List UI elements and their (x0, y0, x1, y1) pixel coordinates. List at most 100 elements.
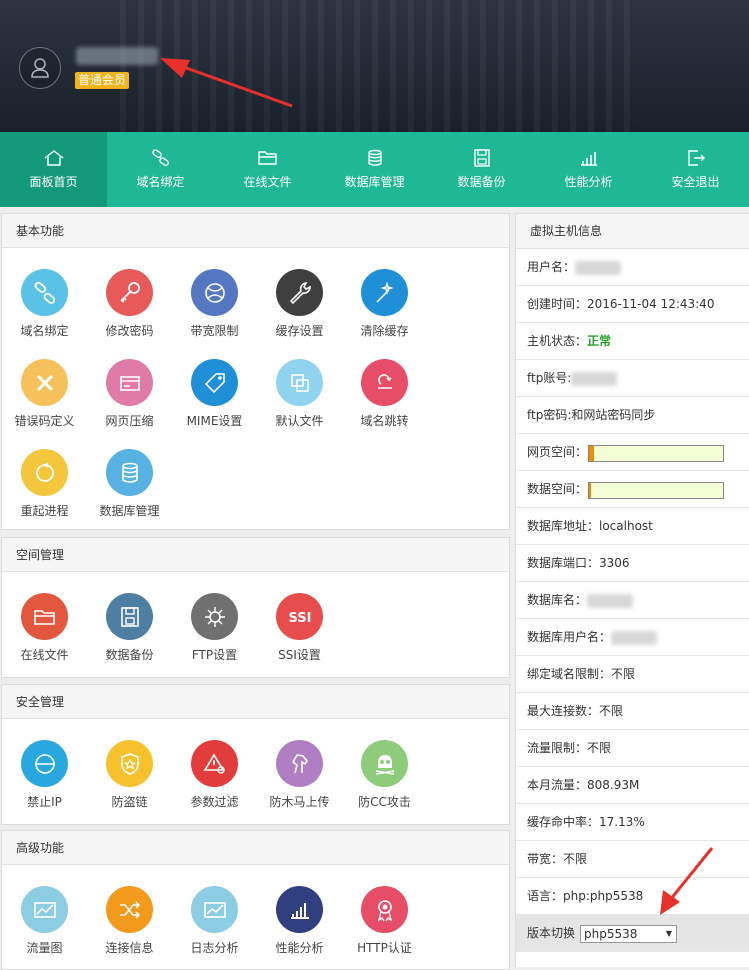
tile-connection-info[interactable]: 连接信息 (87, 886, 172, 956)
version-select[interactable]: php5538 ▼ (580, 925, 677, 943)
horse-icon (291, 753, 308, 773)
save-icon (473, 149, 490, 167)
row-db-address: 数据库地址：localhost (516, 508, 749, 545)
tile-anti-trojan[interactable]: 防木马上传 (257, 740, 342, 810)
ssi-icon: SSI (288, 611, 311, 626)
database-icon (367, 149, 382, 166)
tile-anti-leech[interactable]: 防盗链 (87, 740, 172, 810)
tile-domain-redirect[interactable]: 域名跳转 (342, 359, 427, 429)
home-icon (44, 150, 63, 166)
row-web-space: 网页空间： (516, 434, 749, 471)
tile-param-filter[interactable]: 参数过滤 (172, 740, 257, 810)
folder-icon (257, 151, 277, 165)
nav-label: 数据库管理 (344, 175, 405, 189)
nav-label: 数据备份 (457, 175, 506, 189)
redacted-value (575, 260, 622, 275)
tile-ssi-settings[interactable]: SSI SSI设置 (257, 593, 342, 663)
nav-item-online-files[interactable]: 在线文件 (214, 132, 321, 207)
section-title: 高级功能 (2, 831, 509, 865)
tile-default-files[interactable]: 默认文件 (257, 359, 342, 429)
nav-label: 性能分析 (564, 175, 613, 189)
ribbon-icon (377, 899, 392, 922)
tile-http-auth[interactable]: HTTP认证 (342, 886, 427, 956)
ftp-icon (204, 606, 225, 627)
section-title: 基本功能 (2, 214, 509, 248)
tile-bandwidth-limit[interactable]: 带宽限制 (172, 269, 257, 339)
status-badge: 正常 (587, 334, 612, 348)
traffic-chart-icon (33, 901, 56, 918)
redirect-icon (377, 373, 392, 389)
tile-domain-binding[interactable]: 域名绑定 (2, 269, 87, 339)
web-space-bar (588, 445, 724, 462)
restart-icon (35, 461, 54, 482)
tile-online-files[interactable]: 在线文件 (2, 593, 87, 663)
username-redacted (76, 47, 158, 65)
avatar[interactable] (19, 47, 61, 89)
x-mark-icon (36, 374, 53, 391)
redacted-value (571, 371, 618, 386)
warning-filter-icon (203, 752, 225, 774)
svg-text:SSI: SSI (288, 611, 311, 626)
copy-icon (290, 373, 309, 392)
tile-cache-settings[interactable]: 缓存设置 (257, 269, 342, 339)
link-icon (151, 149, 169, 167)
card-icon (119, 375, 140, 391)
db-space-fill (589, 483, 591, 498)
magic-wand-icon (375, 280, 394, 303)
logout-icon (687, 150, 705, 166)
tile-gzip[interactable]: 网页压缩 (87, 359, 172, 429)
tile-block-ip[interactable]: 禁止IP (2, 740, 87, 810)
nav-label: 安全退出 (671, 175, 720, 189)
shuffle-icon (119, 900, 140, 919)
database-icon (121, 462, 138, 483)
row-ftp-account: ftp账号: (516, 360, 749, 397)
tile-traffic-chart[interactable]: 流量图 (2, 886, 87, 956)
tile-error-codes[interactable]: 错误码定义 (2, 359, 87, 429)
section-space-management: 空间管理 在线文件 数据备份 FTP设置 SSI SSI设置 (1, 537, 510, 678)
tile-database-management[interactable]: 数据库管理 (87, 449, 172, 519)
link-icon (34, 281, 55, 304)
section-advanced-functions: 高级功能 流量图 连接信息 日志分析 性能分析 HTTP认证 (1, 830, 510, 970)
tile-mime-settings[interactable]: MIME设置 (172, 359, 257, 429)
tag-icon (204, 372, 225, 393)
row-traffic-limit: 流量限制：不限 (516, 730, 749, 767)
section-title: 空间管理 (2, 538, 509, 572)
db-space-bar (588, 482, 724, 499)
tile-log-analysis[interactable]: 日志分析 (172, 886, 257, 956)
nav-item-home[interactable]: 面板首页 (0, 132, 107, 207)
nav-item-backup[interactable]: 数据备份 (428, 132, 535, 207)
redacted-value (587, 593, 634, 608)
floppy-icon (120, 606, 139, 627)
nav-item-database[interactable]: 数据库管理 (321, 132, 428, 207)
tile-restart-process[interactable]: 重起进程 (2, 449, 87, 519)
tile-data-backup[interactable]: 数据备份 (87, 593, 172, 663)
nav-item-domain-binding[interactable]: 域名绑定 (107, 132, 214, 207)
nav-item-performance[interactable]: 性能分析 (535, 132, 642, 207)
nav-label: 域名绑定 (136, 175, 185, 189)
bar-chart-icon (290, 902, 309, 919)
row-db-port: 数据库端口：3306 (516, 545, 749, 582)
section-title: 安全管理 (2, 685, 509, 719)
row-ftp-password: ftp密码:和网站密码同步 (516, 397, 749, 434)
nav-label: 在线文件 (243, 175, 292, 189)
row-db-space: 数据空间： (516, 471, 749, 508)
tile-anti-cc[interactable]: 防CC攻击 (342, 740, 427, 810)
header-banner: 普通会员 (0, 0, 749, 132)
row-created-time: 创建时间：2016-11-04 12:43:40 (516, 286, 749, 323)
section-basic-functions: 基本功能 域名绑定 修改密码 带宽限制 缓存设置 清除缓存 错误码定义 网页压缩 (1, 213, 510, 530)
nav-item-logout[interactable]: 安全退出 (642, 132, 749, 207)
redacted-value (611, 630, 658, 645)
row-host-status: 主机状态：正常 (516, 323, 749, 360)
tile-clear-cache[interactable]: 清除缓存 (342, 269, 427, 339)
block-icon (34, 753, 55, 774)
row-language: 语言：php:php5538 (516, 878, 749, 915)
web-space-fill (589, 446, 595, 461)
shield-star-icon (120, 752, 139, 775)
row-domain-limit: 绑定域名限制：不限 (516, 656, 749, 693)
tile-change-password[interactable]: 修改密码 (87, 269, 172, 339)
row-monthly-traffic: 本月流量：808.93M (516, 767, 749, 804)
tile-performance-analysis[interactable]: 性能分析 (257, 886, 342, 956)
host-info-title: 虚拟主机信息 (516, 214, 749, 249)
header-background (120, 0, 640, 132)
tile-ftp-settings[interactable]: FTP设置 (172, 593, 257, 663)
